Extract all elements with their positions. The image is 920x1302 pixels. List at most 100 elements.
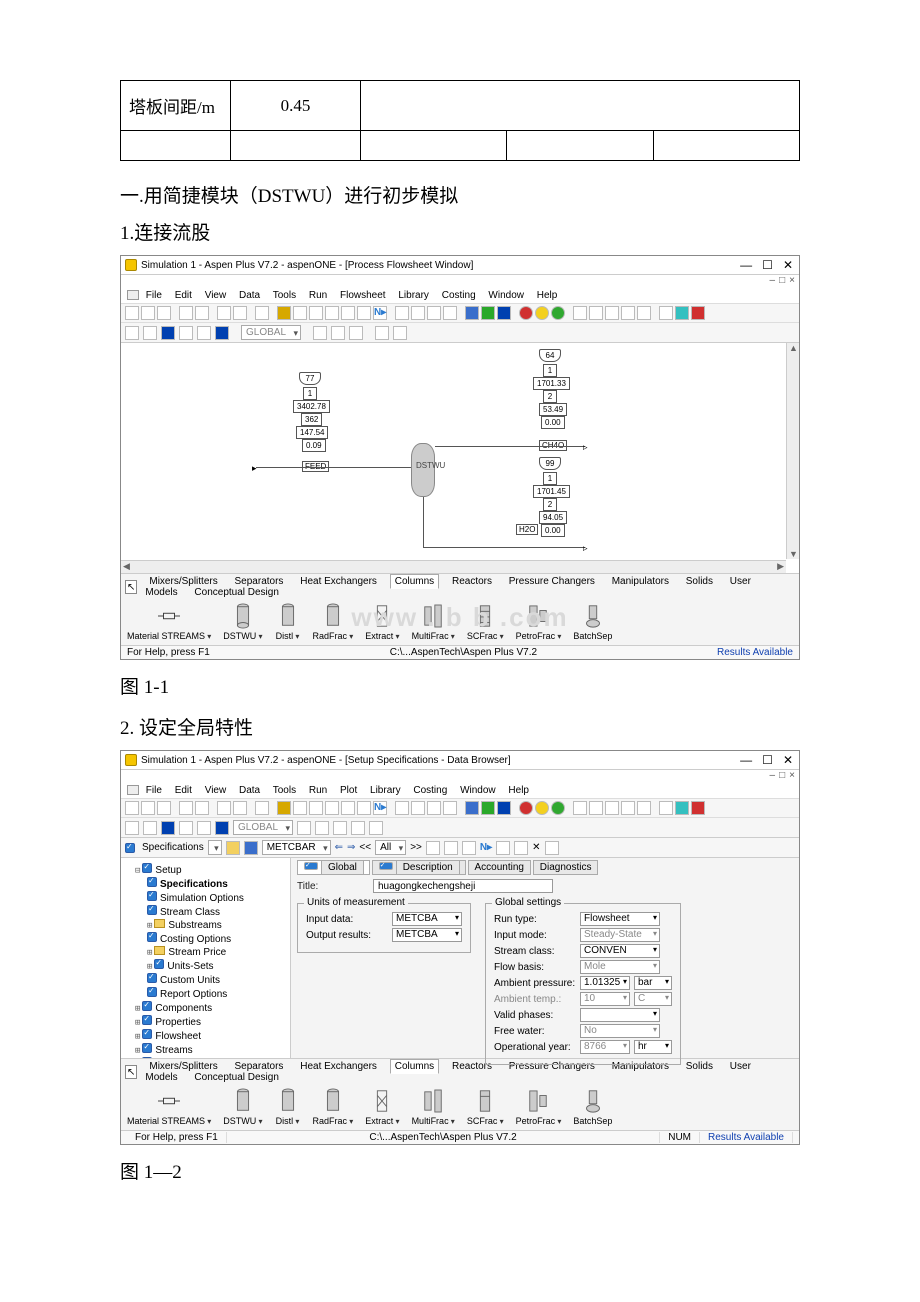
next-button[interactable]: N▸ (373, 306, 387, 320)
t22-9[interactable] (333, 821, 347, 835)
bc-x[interactable]: ✕ (532, 842, 540, 853)
menu-run[interactable]: Run (309, 290, 327, 301)
run-step-icon[interactable] (411, 306, 425, 320)
tool-icon-1[interactable] (277, 306, 291, 320)
pal2-scfrac[interactable]: SCFrac ▾ (467, 1087, 504, 1126)
print-icon-2[interactable] (179, 801, 193, 815)
run-step-2[interactable] (411, 801, 425, 815)
menu2-help[interactable]: Help (508, 785, 529, 796)
zoom-icon-1[interactable] (573, 306, 587, 320)
tool-icon-5[interactable] (341, 306, 355, 320)
lock-icon[interactable] (659, 306, 673, 320)
bc-all[interactable]: All (375, 840, 406, 855)
menu2-library[interactable]: Library (370, 785, 401, 796)
mdi-close-2[interactable]: × (789, 770, 795, 781)
run-stop-icon[interactable] (443, 306, 457, 320)
menu-flowsheet[interactable]: Flowsheet (340, 290, 386, 301)
next-button-2[interactable]: N▸ (373, 801, 387, 815)
menu2-file[interactable]: File (146, 785, 162, 796)
t2-icon-1[interactable] (125, 326, 139, 340)
mdi-restore-2[interactable]: – (770, 770, 776, 781)
menu2-run[interactable]: Run (309, 785, 327, 796)
gs-oy-u[interactable]: hr (634, 1040, 672, 1054)
pointer-icon-2[interactable]: ↖ (125, 1065, 137, 1079)
t2-icon-4[interactable] (179, 326, 193, 340)
uom-out-select[interactable]: METCBA (392, 928, 462, 942)
t2-icon-9[interactable] (349, 326, 363, 340)
t22-7[interactable] (297, 821, 311, 835)
open-icon[interactable] (141, 306, 155, 320)
minimize-button[interactable]: — (738, 258, 754, 272)
open-icon-2[interactable] (141, 801, 155, 815)
bc-next[interactable]: N▸ (480, 842, 492, 853)
t2-icon-3[interactable] (161, 326, 175, 340)
menu-tools[interactable]: Tools (273, 290, 296, 301)
tab-global[interactable]: Global (297, 860, 370, 875)
tool2-3[interactable] (309, 801, 323, 815)
menu2-plot[interactable]: Plot (340, 785, 357, 796)
pal2-dstwu[interactable]: DSTWU ▾ (223, 1087, 262, 1126)
menu2-costing[interactable]: Costing (413, 785, 447, 796)
tree-unitsets[interactable]: Units-Sets (167, 961, 213, 972)
menu-file[interactable]: File (146, 290, 162, 301)
bc-i6[interactable] (545, 841, 559, 855)
tool-x-2[interactable] (497, 801, 511, 815)
run-start-icon[interactable] (395, 306, 409, 320)
tree-properties[interactable]: Properties (155, 1017, 201, 1028)
zoom-icon-5[interactable] (637, 306, 651, 320)
tool-blue-icon[interactable] (465, 306, 479, 320)
gs-ap-v[interactable]: 1.01325 (580, 976, 630, 990)
tab-columns[interactable]: Columns (390, 574, 439, 589)
tool-icon-4[interactable] (325, 306, 339, 320)
tool2-1[interactable] (277, 801, 291, 815)
menu2-edit[interactable]: Edit (175, 785, 192, 796)
rr-icon[interactable]: >> (410, 842, 422, 853)
tree-components[interactable]: Components (155, 1003, 212, 1014)
zoom-2-1[interactable] (573, 801, 587, 815)
gs-runtype[interactable]: Flowsheet (580, 912, 660, 926)
run-stop-2[interactable] (443, 801, 457, 815)
t22-5[interactable] (197, 821, 211, 835)
tab-accounting[interactable]: Accounting (468, 860, 531, 875)
pal-distl[interactable]: Distl ▾ (275, 602, 301, 641)
pal-petrofrac[interactable]: PetroFrac ▾ (516, 602, 562, 641)
preview-icon[interactable] (195, 306, 209, 320)
tool2-5[interactable] (341, 801, 355, 815)
tab-hx[interactable]: Heat Exchangers (296, 575, 381, 588)
gs-vp[interactable] (580, 1008, 660, 1022)
tab-conceptual[interactable]: Conceptual Design (190, 586, 283, 599)
dstwu-block[interactable] (411, 443, 435, 497)
status-green-2[interactable] (551, 801, 565, 815)
status-yellow-icon[interactable] (535, 306, 549, 320)
menu-data[interactable]: Data (239, 290, 260, 301)
tool-blue-2[interactable] (465, 801, 479, 815)
aqua-icon-2[interactable] (675, 801, 689, 815)
pal2-multifrac[interactable]: MultiFrac ▾ (412, 1087, 455, 1126)
menu-library[interactable]: Library (398, 290, 429, 301)
bc-i2[interactable] (444, 841, 458, 855)
title-input[interactable]: huagongkechengsheji (373, 879, 553, 893)
pal-extract[interactable]: Extract ▾ (365, 602, 399, 641)
tree-reportopt[interactable]: Report Options (160, 989, 227, 1000)
bc-units[interactable]: METCBAR (262, 840, 331, 855)
tab2-hx[interactable]: Heat Exchangers (296, 1060, 381, 1073)
mdi-icon-2[interactable] (127, 785, 139, 795)
new-icon-2[interactable] (125, 801, 139, 815)
flowsheet-canvas[interactable]: DSTWU 77 1 3402.78 362 147.54 0.09 FEED … (121, 343, 799, 573)
tool-icon-3[interactable] (309, 306, 323, 320)
tab-reactors[interactable]: Reactors (448, 575, 496, 588)
tool-icon-2[interactable] (293, 306, 307, 320)
pal2-streams[interactable]: Material STREAMS ▾ (127, 1087, 211, 1126)
menu2-tools[interactable]: Tools (273, 785, 296, 796)
copy-icon[interactable] (217, 306, 231, 320)
tab-description[interactable]: Description (372, 860, 466, 875)
pointer-icon[interactable]: ↖ (125, 580, 137, 594)
tab-solids[interactable]: Solids (682, 575, 717, 588)
zoom-icon-4[interactable] (621, 306, 635, 320)
units-combo-2[interactable]: GLOBAL (233, 820, 293, 835)
pal-radfrac[interactable]: RadFrac ▾ (313, 602, 354, 641)
pal2-batchsep[interactable]: BatchSep (573, 1087, 612, 1126)
vscrollbar[interactable] (786, 343, 799, 559)
t22-1[interactable] (125, 821, 139, 835)
back-icon[interactable]: ⇐ (335, 842, 343, 853)
